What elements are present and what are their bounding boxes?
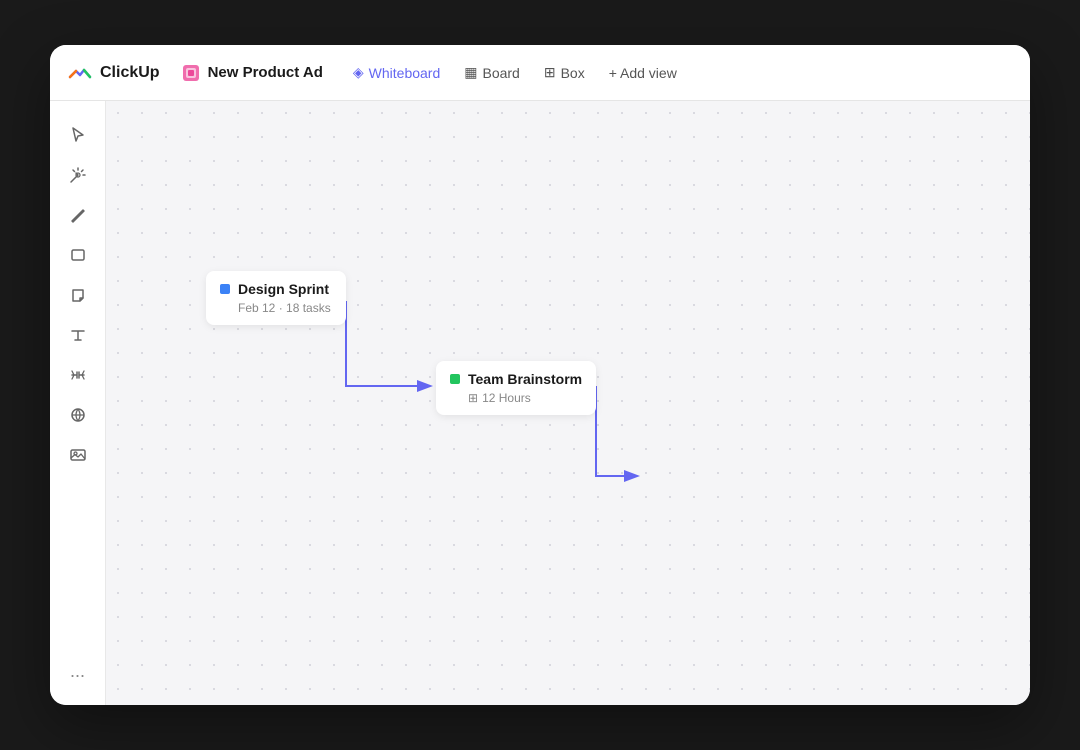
add-view-label: + Add view <box>609 65 677 81</box>
sidebar-cursor-tool[interactable] <box>60 117 96 153</box>
rect-icon <box>69 246 87 264</box>
sidebar-text-tool[interactable] <box>60 317 96 353</box>
team-brainstorm-card[interactable]: Team Brainstorm ⊞ 12 Hours <box>436 361 596 415</box>
team-brainstorm-title: Team Brainstorm <box>468 371 582 387</box>
design-sprint-dot <box>220 284 230 294</box>
team-brainstorm-sub-text: 12 Hours <box>482 391 531 405</box>
project-section: New Product Ad <box>180 62 323 84</box>
design-sprint-card[interactable]: Design Sprint Feb 12 · 18 tasks <box>206 271 346 325</box>
whiteboard-tab-label: Whiteboard <box>369 65 441 81</box>
project-icon <box>180 62 202 84</box>
magic-icon <box>69 166 87 184</box>
sidebar-connector-tool[interactable] <box>60 357 96 393</box>
cursor-icon <box>69 126 87 144</box>
nav-tabs: ◈ Whiteboard ▦ Board ⊞ Box + Add view <box>343 58 687 87</box>
globe-icon <box>69 406 87 424</box>
logo-area[interactable]: ClickUp <box>66 59 160 87</box>
tab-box[interactable]: ⊞ Box <box>534 58 595 87</box>
design-sprint-header: Design Sprint <box>220 281 332 297</box>
pen-icon <box>69 206 87 224</box>
sidebar-more-button[interactable]: ... <box>60 653 96 689</box>
topbar: ClickUp New Product Ad ◈ Whiteboard ▦ Bo… <box>50 45 1030 101</box>
note-icon <box>69 286 87 304</box>
team-brainstorm-header: Team Brainstorm <box>450 371 582 387</box>
logo-text: ClickUp <box>100 64 160 82</box>
image-icon <box>69 446 87 464</box>
board-tab-icon: ▦ <box>464 64 477 81</box>
team-brainstorm-sub: ⊞ 12 Hours <box>468 391 582 405</box>
team-brainstorm-dot <box>450 374 460 384</box>
sidebar-pen-tool[interactable] <box>60 197 96 233</box>
board-tab-label: Board <box>482 65 519 81</box>
add-view-button[interactable]: + Add view <box>599 59 687 87</box>
main-area: ... <box>50 101 1030 705</box>
connector-icon <box>69 366 87 384</box>
clickup-logo-icon <box>66 59 94 87</box>
sidebar-globe-tool[interactable] <box>60 397 96 433</box>
text-icon <box>69 326 87 344</box>
design-sprint-meta: Feb 12 · 18 tasks <box>238 301 332 315</box>
design-sprint-title: Design Sprint <box>238 281 329 297</box>
connector-path-2 <box>596 386 636 476</box>
sidebar-note-tool[interactable] <box>60 277 96 313</box>
connector-path-1 <box>346 301 429 386</box>
canvas[interactable]: Design Sprint Feb 12 · 18 tasks Team Bra… <box>106 101 1030 705</box>
box-tab-label: Box <box>561 65 585 81</box>
tab-board[interactable]: ▦ Board <box>454 58 530 87</box>
sidebar-magic-tool[interactable] <box>60 157 96 193</box>
sidebar: ... <box>50 101 106 705</box>
team-brainstorm-sub-icon: ⊞ <box>468 391 478 405</box>
sidebar-image-tool[interactable] <box>60 437 96 473</box>
project-name: New Product Ad <box>208 64 323 81</box>
more-dots-icon: ... <box>70 661 85 682</box>
box-tab-icon: ⊞ <box>544 64 556 81</box>
tab-whiteboard[interactable]: ◈ Whiteboard <box>343 58 450 87</box>
whiteboard-tab-icon: ◈ <box>353 64 364 81</box>
sidebar-rect-tool[interactable] <box>60 237 96 273</box>
app-container: ClickUp New Product Ad ◈ Whiteboard ▦ Bo… <box>50 45 1030 705</box>
